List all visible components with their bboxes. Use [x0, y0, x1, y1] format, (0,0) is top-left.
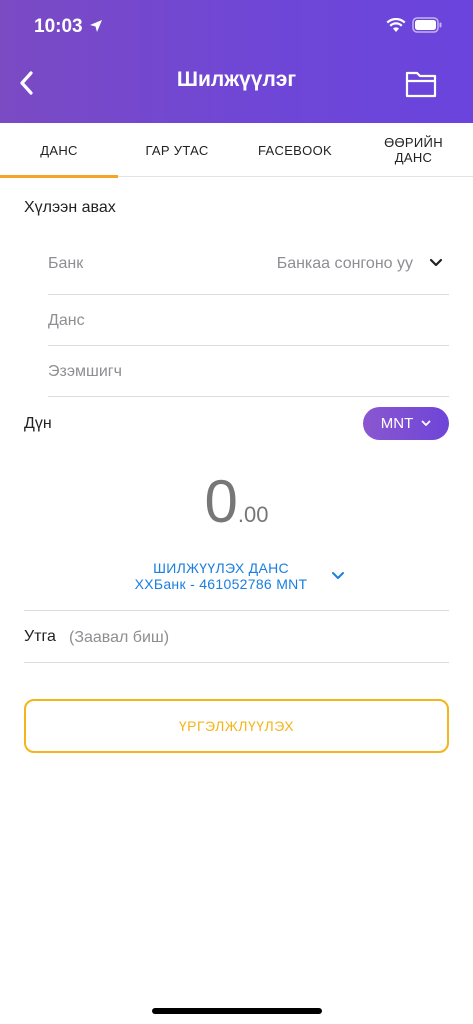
folder-button[interactable] — [404, 67, 438, 99]
chevron-down-icon — [429, 258, 443, 267]
source-account-title: ШИЛЖҮҮЛЭХ ДАНС — [153, 560, 289, 576]
tab-label-line1: ӨӨРИЙН — [384, 135, 443, 150]
source-account-select[interactable]: ШИЛЖҮҮЛЭХ ДАНС XXБанк - 461052786 MNT — [0, 559, 473, 599]
note-input[interactable] — [69, 626, 439, 650]
folder-icon — [405, 71, 437, 98]
currency-label: MNT — [380, 415, 414, 432]
amount-decimal: .00 — [237, 502, 269, 527]
location-arrow-icon — [90, 20, 102, 32]
tab-facebook[interactable]: FACEBOOK — [236, 123, 354, 177]
tab-label: ГАР УТАС — [145, 142, 209, 158]
continue-button[interactable]: ҮРГЭЛЖЛҮҮЛЭХ — [24, 699, 449, 753]
page-title: Шилжүүлэг — [176, 68, 297, 91]
receiver-section-label: Хүлээн авах — [24, 199, 116, 216]
account-placeholder: Данс — [48, 312, 85, 329]
amount-integer: 0 — [204, 468, 238, 535]
tab-label: FACEBOOK — [258, 142, 332, 158]
status-time: 10:03 — [34, 16, 83, 37]
amount-display[interactable]: 0.00 — [0, 467, 473, 536]
account-field[interactable]: Данс — [48, 295, 449, 346]
currency-select-button[interactable]: MNT — [363, 407, 449, 440]
home-indicator — [152, 1008, 322, 1014]
tab-phone[interactable]: ГАР УТАС — [118, 123, 236, 177]
divider — [24, 662, 449, 663]
amount-label: Дүн — [24, 415, 52, 432]
bank-select[interactable]: Банк Банкаа сонгоно уу — [48, 244, 449, 295]
note-label: Утга — [24, 628, 56, 645]
bank-placeholder: Банкаа сонгоно уу — [276, 255, 413, 272]
owner-placeholder: Эзэмшигч — [48, 363, 122, 380]
wifi-icon — [386, 18, 406, 32]
tab-own-account[interactable]: ӨӨРИЙН ДАНС — [354, 123, 473, 177]
tab-label-line2: ДАНС — [394, 150, 433, 165]
chevron-down-icon — [332, 572, 344, 579]
app-header: 10:03 Шилжүүлэг — [0, 0, 473, 123]
chevron-left-icon — [20, 71, 33, 95]
tab-label: ДАНС — [40, 142, 78, 158]
back-button[interactable] — [14, 66, 38, 100]
transfer-tabs: ДАНС ГАР УТАС FACEBOOK ӨӨРИЙН ДАНС — [0, 123, 473, 178]
divider — [24, 610, 449, 611]
bank-label: Банк — [48, 255, 84, 272]
tab-account[interactable]: ДАНС — [0, 123, 118, 178]
battery-icon — [412, 17, 442, 33]
chevron-down-icon — [421, 420, 431, 426]
owner-field[interactable]: Эзэмшигч — [48, 346, 449, 397]
source-account-detail: XXБанк - 461052786 MNT — [134, 576, 308, 592]
